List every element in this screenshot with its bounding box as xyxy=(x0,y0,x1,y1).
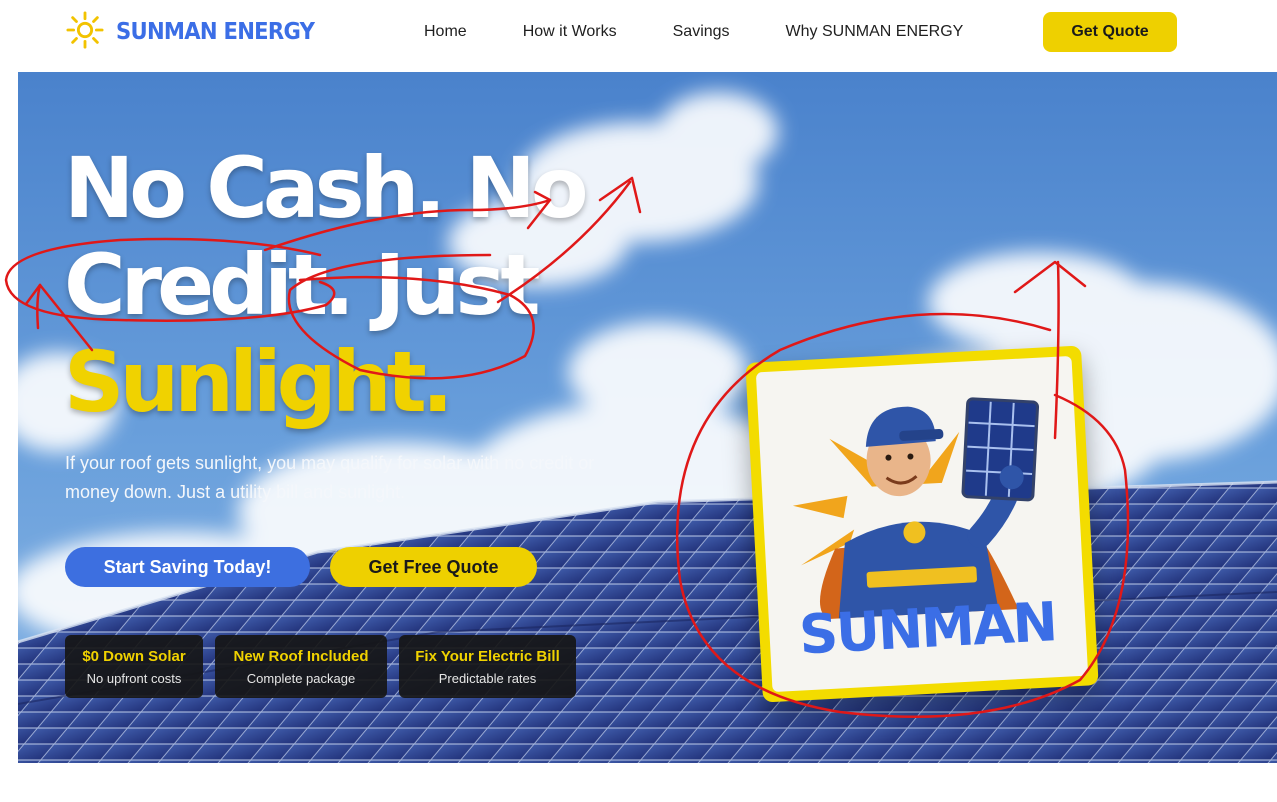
get-free-quote-button[interactable]: Get Free Quote xyxy=(330,547,537,587)
headline-main: No Cash. No Credit. Just xyxy=(64,139,589,334)
hero-section: No Cash. No Credit. Just Sunlight. If yo… xyxy=(18,72,1277,763)
nav-link-how-it-works[interactable]: How it Works xyxy=(523,23,617,41)
feature-badge-new-roof: New Roof Included Complete package xyxy=(215,635,387,698)
feature-badge-electric-bill: Fix Your Electric Bill Predictable rates xyxy=(399,635,576,698)
feature-badge-zero-down: $0 Down Solar No upfront costs xyxy=(65,635,203,698)
hero-headline: No Cash. No Credit. Just Sunlight. xyxy=(64,140,624,431)
site-header: SUNMAN ENERGY Home How it Works Savings … xyxy=(0,0,1277,64)
main-nav: Home How it Works Savings Why SUNMAN ENE… xyxy=(424,12,963,52)
badge-title: Fix Your Electric Bill xyxy=(415,647,560,665)
start-saving-button[interactable]: Start Saving Today! xyxy=(65,547,310,587)
sun-icon xyxy=(66,11,104,53)
badge-subtitle: Complete package xyxy=(246,670,356,686)
badge-title: $0 Down Solar xyxy=(82,647,186,665)
badge-subtitle: Predictable rates xyxy=(438,670,537,686)
nav-link-savings[interactable]: Savings xyxy=(673,23,730,41)
hero-subtext: If your roof gets sunlight, you may qual… xyxy=(65,453,595,502)
nav-link-home[interactable]: Home xyxy=(424,23,467,41)
brand-logo[interactable]: SUNMAN ENERGY xyxy=(66,11,331,53)
headline-highlight: Sunlight. xyxy=(64,333,454,431)
get-quote-button[interactable]: Get Quote xyxy=(1043,12,1177,52)
nav-link-why[interactable]: Why SUNMAN ENERGY xyxy=(786,23,964,41)
badge-subtitle: No upfront costs xyxy=(86,670,182,686)
mascot-card: SUNMAN xyxy=(745,345,1099,703)
mascot-image: SUNMAN xyxy=(755,355,1089,693)
brand-name: SUNMAN ENERGY xyxy=(116,19,315,45)
badge-title: New Roof Included xyxy=(233,647,369,665)
